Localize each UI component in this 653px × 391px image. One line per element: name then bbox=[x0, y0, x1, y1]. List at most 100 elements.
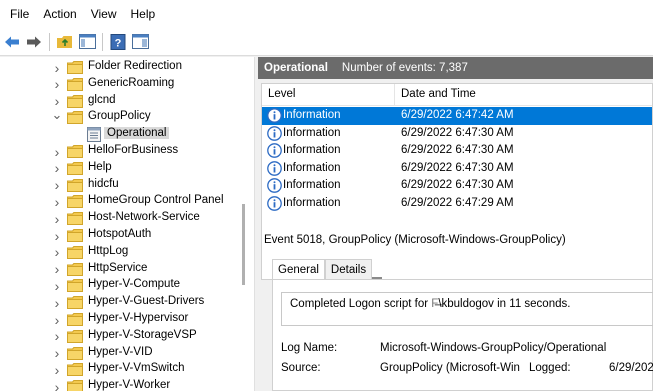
folder-icon bbox=[67, 145, 83, 158]
tree-item-label: Hyper-V-Worker bbox=[88, 379, 171, 391]
folder-icon bbox=[67, 279, 83, 293]
tree-item-label: Host-Network-Service bbox=[88, 211, 200, 224]
tree-item[interactable]: › Folder Redirection bbox=[0, 59, 240, 76]
tree-item[interactable]: › Help bbox=[0, 160, 240, 177]
information-icon bbox=[267, 143, 282, 159]
folder-icon bbox=[67, 296, 83, 310]
pane-title: Operational bbox=[264, 62, 328, 74]
event-date-time: 6/29/2022 6:47:30 AM bbox=[401, 144, 514, 157]
tree-item[interactable]: › Hyper-V-VID bbox=[0, 345, 240, 362]
tree-item[interactable]: › HelloForBusiness bbox=[0, 143, 240, 160]
chevron-down-icon[interactable]: ⌄ bbox=[52, 107, 63, 124]
chevron-right-icon[interactable]: › bbox=[52, 76, 62, 93]
event-row[interactable]: Information 6/29/2022 6:47:30 AM bbox=[262, 160, 652, 178]
folder-icon bbox=[67, 346, 83, 360]
tree-item[interactable]: › glcnd bbox=[0, 93, 240, 110]
tree-item[interactable]: › GenericRoaming bbox=[0, 76, 240, 93]
tab-details[interactable]: Details bbox=[324, 259, 373, 279]
tree-item[interactable]: › HomeGroup Control Panel bbox=[0, 193, 240, 210]
column-header-level[interactable]: Level bbox=[268, 88, 296, 100]
information-icon bbox=[267, 108, 282, 123]
tree-item-label: HttpService bbox=[88, 261, 148, 274]
chevron-right-icon[interactable]: › bbox=[52, 160, 62, 177]
menu-action[interactable]: Action bbox=[36, 7, 83, 21]
chevron-right-icon[interactable]: › bbox=[52, 227, 62, 244]
chevron-right-icon[interactable]: › bbox=[52, 311, 62, 328]
menu-view[interactable]: View bbox=[84, 7, 124, 21]
tree-item-label: GroupPolicy bbox=[88, 110, 151, 123]
show-hide-action-pane-button[interactable] bbox=[130, 32, 150, 52]
up-folder-button[interactable] bbox=[55, 32, 75, 52]
event-row[interactable]: Information 6/29/2022 6:47:30 AM bbox=[262, 125, 652, 143]
chevron-right-icon[interactable]: › bbox=[52, 294, 62, 311]
chevron-right-icon[interactable]: › bbox=[52, 261, 62, 278]
tree-item[interactable]: › Hyper-V-Hypervisor bbox=[0, 311, 240, 328]
toolbar: ? bbox=[0, 28, 653, 56]
event-level: Information bbox=[283, 179, 341, 192]
tree-item[interactable]: › Hyper-V-VmSwitch bbox=[0, 361, 240, 378]
tree-item[interactable]: › HttpLog bbox=[0, 244, 240, 261]
help-icon: ? bbox=[110, 33, 126, 50]
column-divider[interactable] bbox=[394, 84, 395, 106]
event-date-time: 6/29/2022 6:47:30 AM bbox=[401, 161, 514, 174]
menu-help[interactable]: Help bbox=[124, 7, 163, 21]
folder-icon bbox=[67, 380, 83, 391]
event-row[interactable]: Information 6/29/2022 6:47:30 AM bbox=[262, 142, 652, 160]
tree-item-label: Hyper-V-Hypervisor bbox=[88, 312, 189, 324]
tree-item[interactable]: › Hyper-V-StorageVSP bbox=[0, 328, 240, 345]
show-hide-tree-button[interactable] bbox=[77, 32, 97, 52]
information-icon bbox=[267, 196, 282, 211]
menu-bar: File Action View Help bbox=[0, 0, 653, 28]
column-header-date-time[interactable]: Date and Time bbox=[401, 88, 476, 100]
event-message-box[interactable]: Completed Logon script for F̶̶̶̶̶̶̶\kbul… bbox=[281, 292, 653, 326]
chevron-right-icon[interactable]: › bbox=[52, 328, 62, 345]
tree-scrollbar-thumb[interactable] bbox=[242, 204, 245, 285]
event-row[interactable]: Information 6/29/2022 6:47:29 AM bbox=[262, 195, 652, 213]
event-level: Information bbox=[283, 161, 341, 174]
forward-button[interactable] bbox=[24, 32, 44, 52]
folder-icon bbox=[67, 161, 83, 175]
event-detail-title: Event 5018, GroupPolicy (Microsoft-Windo… bbox=[264, 234, 566, 246]
chevron-right-icon[interactable]: › bbox=[52, 143, 62, 160]
event-row[interactable]: Information 6/29/2022 6:47:42 AM bbox=[262, 107, 652, 125]
chevron-right-icon[interactable]: › bbox=[52, 345, 62, 362]
event-row[interactable]: Information 6/29/2022 6:47:30 AM bbox=[262, 177, 652, 195]
tree-item-label: HelloForBusiness bbox=[88, 144, 179, 156]
chevron-right-icon[interactable]: › bbox=[52, 378, 62, 391]
chevron-right-icon[interactable]: › bbox=[52, 193, 62, 210]
information-icon bbox=[267, 160, 282, 176]
tree-item[interactable]: › Host-Network-Service bbox=[0, 210, 240, 227]
folder-icon bbox=[67, 363, 83, 377]
tree-item[interactable]: › Hyper-V-Guest-Drivers bbox=[0, 294, 240, 311]
chevron-right-icon[interactable]: › bbox=[52, 59, 62, 76]
help-button[interactable]: ? bbox=[108, 32, 128, 52]
chevron-right-icon[interactable]: › bbox=[52, 277, 62, 294]
toolbar-separator bbox=[49, 32, 50, 51]
chevron-right-icon[interactable]: › bbox=[52, 361, 62, 378]
event-level: Information bbox=[283, 126, 341, 139]
pane-header: Operational Number of events: 7,387 bbox=[258, 57, 653, 79]
tree-item[interactable]: › hidcfu bbox=[0, 177, 240, 194]
back-button[interactable] bbox=[2, 32, 22, 52]
tree-item-label: HttpLog bbox=[88, 244, 129, 257]
folder-icon bbox=[67, 262, 83, 276]
tree-item[interactable]: › HttpService bbox=[0, 261, 240, 278]
folder-icon bbox=[67, 212, 83, 226]
menu-file[interactable]: File bbox=[3, 7, 36, 21]
tree-item[interactable]: › HotspotAuth bbox=[0, 227, 240, 244]
tree-item-label: Help bbox=[88, 160, 112, 173]
tree-item-operational[interactable]: Operational bbox=[0, 126, 240, 143]
folder-icon bbox=[67, 313, 83, 326]
event-date-time: 6/29/2022 6:47:29 AM bbox=[401, 197, 514, 209]
tree-item[interactable]: › Hyper-V-Worker bbox=[0, 378, 240, 391]
tree-item[interactable]: ⌄ GroupPolicy bbox=[0, 107, 240, 126]
folder-icon bbox=[67, 229, 83, 242]
tree-item-label: Hyper-V-StorageVSP bbox=[88, 328, 197, 341]
chevron-right-icon[interactable]: › bbox=[52, 177, 62, 194]
tree-item[interactable]: › Hyper-V-Compute bbox=[0, 277, 240, 294]
tab-general[interactable]: General bbox=[272, 259, 325, 280]
chevron-right-icon[interactable]: › bbox=[52, 210, 62, 227]
event-log-icon bbox=[87, 127, 101, 143]
chevron-right-icon[interactable]: › bbox=[52, 244, 62, 261]
tree-item-label: Operational bbox=[104, 127, 170, 140]
